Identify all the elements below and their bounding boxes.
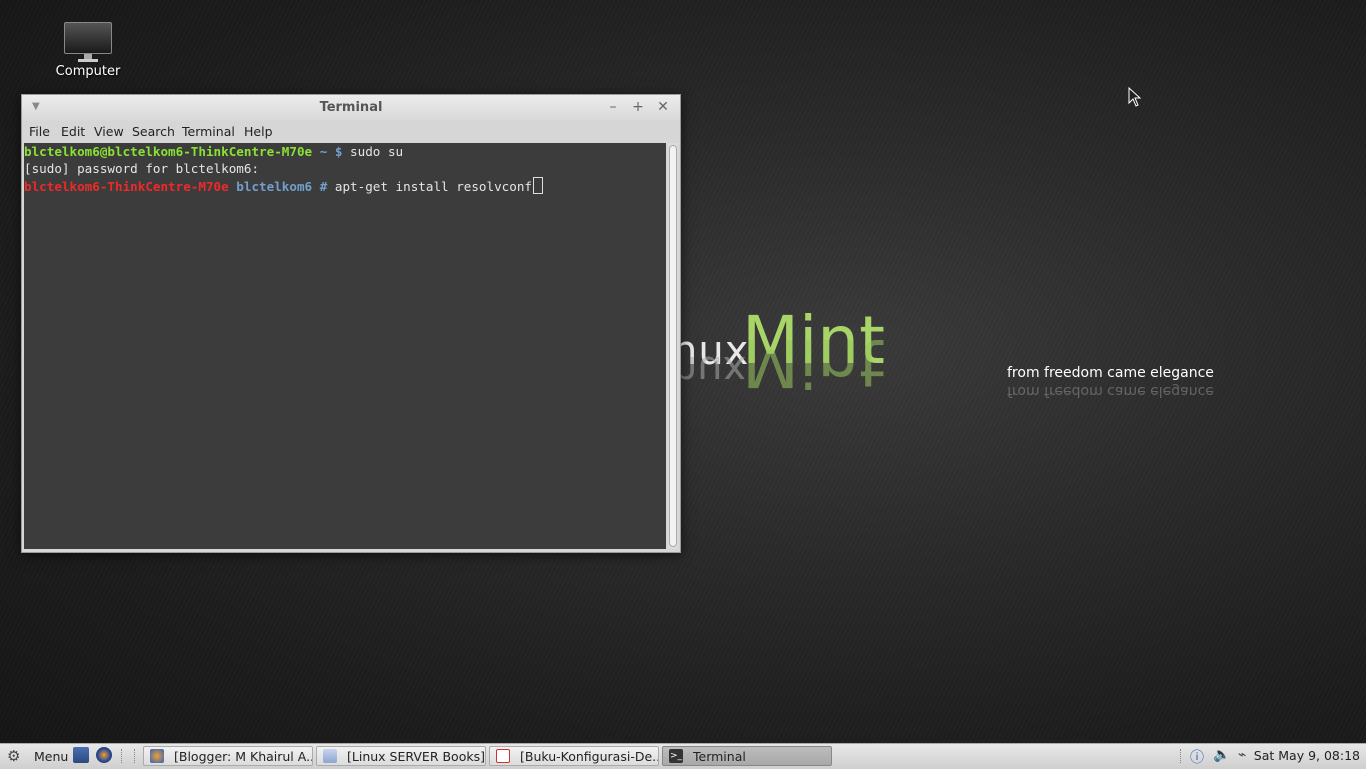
terminal-line: blctelkom6-ThinkCentre-M70e blctelkom6 #…: [24, 177, 544, 195]
terminal-window[interactable]: ▼ Terminal – + ✕ File Edit View Search T…: [21, 94, 681, 553]
root-prompt-host: blctelkom6-ThinkCentre-M70e: [24, 179, 229, 194]
folder-icon: [323, 749, 337, 763]
gear-icon: ⚙: [7, 747, 21, 765]
output-text: [sudo] password for blctelkom6:: [24, 161, 260, 176]
menu-button[interactable]: ⚙ Menu: [4, 746, 68, 767]
desktop-icon-computer[interactable]: Computer: [50, 22, 126, 79]
clock[interactable]: Sat May 9, 08:18: [1254, 748, 1360, 763]
menu-bar: File Edit View Search Terminal Help: [22, 121, 680, 143]
menu-edit[interactable]: Edit: [61, 124, 85, 139]
terminal-line: blctelkom6@blctelkom6-ThinkCentre-M70e ~…: [24, 143, 403, 160]
task-terminal[interactable]: >_ Terminal: [662, 746, 832, 766]
task-label: Terminal: [693, 749, 746, 764]
scrollbar-thumb[interactable]: [669, 145, 677, 547]
prompt-path: ~ $: [312, 144, 351, 159]
pdf-document-icon: [496, 749, 510, 763]
task-blogger[interactable]: [Blogger: M Khairul A...: [143, 746, 313, 766]
command-text: sudo su: [350, 144, 404, 159]
volume-icon[interactable]: 🔈: [1213, 747, 1230, 763]
computer-icon: [64, 22, 112, 62]
network-icon[interactable]: ⌁: [1238, 747, 1246, 763]
desktop-icon-label: Computer: [55, 64, 121, 79]
user-prompt: blctelkom6@blctelkom6-ThinkCentre-M70e: [24, 144, 313, 159]
menu-terminal[interactable]: Terminal: [182, 124, 235, 139]
tagline-reflection: from freedom came elegance: [1007, 383, 1214, 399]
title-bar[interactable]: ▼ Terminal – + ✕: [22, 95, 680, 121]
task-linux-server-books[interactable]: [Linux SERVER Books]: [316, 746, 486, 766]
separator: [121, 749, 124, 763]
menu-file[interactable]: File: [29, 124, 50, 139]
close-icon[interactable]: ✕: [655, 99, 671, 115]
taskbar: ⚙ Menu [Blogger: M Khairul A... [Linux S…: [0, 743, 1366, 769]
update-manager-icon[interactable]: ⓘ: [1190, 747, 1204, 767]
menu-help[interactable]: Help: [244, 124, 273, 139]
firefox-icon: [150, 749, 164, 763]
menu-search[interactable]: Search: [132, 124, 175, 139]
scrollbar[interactable]: [668, 143, 678, 549]
text-cursor: [533, 177, 544, 194]
command-text: apt-get install resolvconf: [334, 179, 533, 194]
logo-mint-reflection: Mint: [742, 324, 885, 401]
window-title: Terminal: [319, 100, 383, 115]
separator: [134, 749, 137, 763]
task-label: [Blogger: M Khairul A...: [174, 749, 313, 764]
show-desktop-icon[interactable]: [73, 747, 89, 763]
browser-launcher-icon[interactable]: [96, 747, 112, 763]
task-label: [Buku-Konfigurasi-De...: [520, 749, 659, 764]
minimize-icon[interactable]: –: [605, 99, 621, 115]
terminal-line: [sudo] password for blctelkom6:: [24, 160, 259, 177]
logo-linux-reflection: nux: [672, 347, 747, 393]
separator: [1180, 749, 1183, 763]
mouse-cursor-icon: [1128, 87, 1142, 107]
task-buku-konfigurasi[interactable]: [Buku-Konfigurasi-De...: [489, 746, 659, 766]
terminal-output[interactable]: blctelkom6@blctelkom6-ThinkCentre-M70e ~…: [24, 143, 666, 549]
maximize-icon[interactable]: +: [630, 99, 646, 115]
tagline: from freedom came elegance: [1007, 365, 1214, 381]
root-prompt-path: blctelkom6 #: [228, 179, 335, 194]
terminal-icon: >_: [669, 749, 683, 763]
menu-label: Menu: [34, 749, 69, 764]
task-label: [Linux SERVER Books]: [347, 749, 485, 764]
menu-view[interactable]: View: [94, 124, 124, 139]
